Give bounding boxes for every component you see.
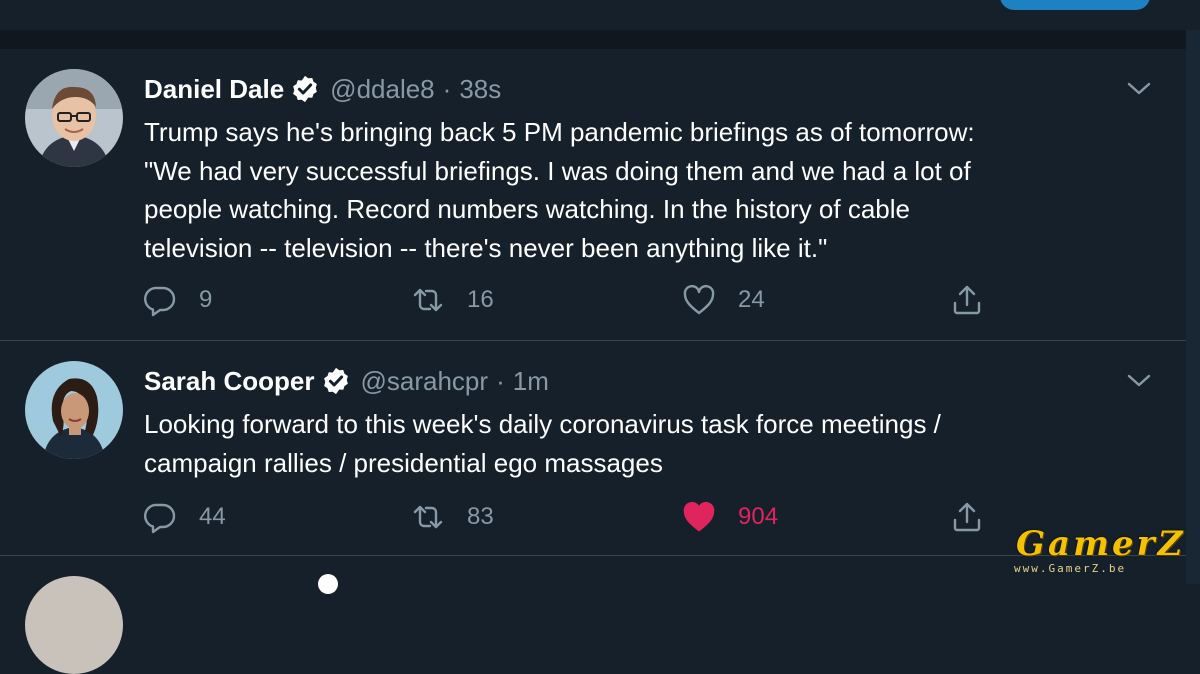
reply-button[interactable]: 44 xyxy=(143,500,226,534)
watermark-brand: GamerZ xyxy=(1016,524,1186,564)
top-bar xyxy=(0,0,1200,30)
reply-icon xyxy=(144,286,176,317)
reply-button[interactable]: 9 xyxy=(143,283,212,317)
retweet-button[interactable]: 83 xyxy=(411,500,494,534)
verified-badge-icon xyxy=(318,574,338,594)
like-button[interactable]: 24 xyxy=(682,283,765,317)
retweet-icon xyxy=(413,505,443,529)
scrollbar[interactable] xyxy=(1186,30,1200,584)
tweet-actions: 9 16 24 xyxy=(0,49,1186,317)
watermark-url: www.GamerZ.be xyxy=(1014,562,1127,575)
share-button[interactable] xyxy=(950,500,984,534)
retweet-button[interactable]: 16 xyxy=(411,283,494,317)
retweet-count: 16 xyxy=(467,286,494,313)
reply-count: 44 xyxy=(199,503,226,530)
watermark: GamerZ www.GamerZ.be xyxy=(1012,524,1198,584)
share-button[interactable] xyxy=(950,283,984,317)
reply-count: 9 xyxy=(199,286,213,313)
tweet-button[interactable] xyxy=(1000,0,1150,10)
like-icon xyxy=(683,284,715,315)
tweet[interactable]: Sarah Cooper @sarahcpr · 1m Looking forw… xyxy=(0,341,1186,556)
retweet-icon xyxy=(413,288,443,312)
tweet-actions: 44 83 904 xyxy=(0,341,1186,534)
next-tweet[interactable] xyxy=(0,556,1186,674)
retweet-count: 83 xyxy=(467,503,494,530)
share-icon xyxy=(953,285,981,315)
like-count: 904 xyxy=(738,503,779,530)
avatar[interactable] xyxy=(25,576,123,674)
tweet[interactable]: Daniel Dale @ddale8 · 38s Trump says he'… xyxy=(0,49,1186,341)
share-icon xyxy=(953,502,981,532)
tweet-text: Looking forward to this week's daily cor… xyxy=(144,409,941,478)
like-button[interactable]: 904 xyxy=(682,500,778,534)
like-icon xyxy=(683,501,715,532)
reply-icon xyxy=(144,503,176,534)
tweet-text: Trump says he's bringing back 5 PM pande… xyxy=(144,117,975,263)
like-count: 24 xyxy=(738,286,765,313)
timeline-divider xyxy=(0,30,1186,49)
